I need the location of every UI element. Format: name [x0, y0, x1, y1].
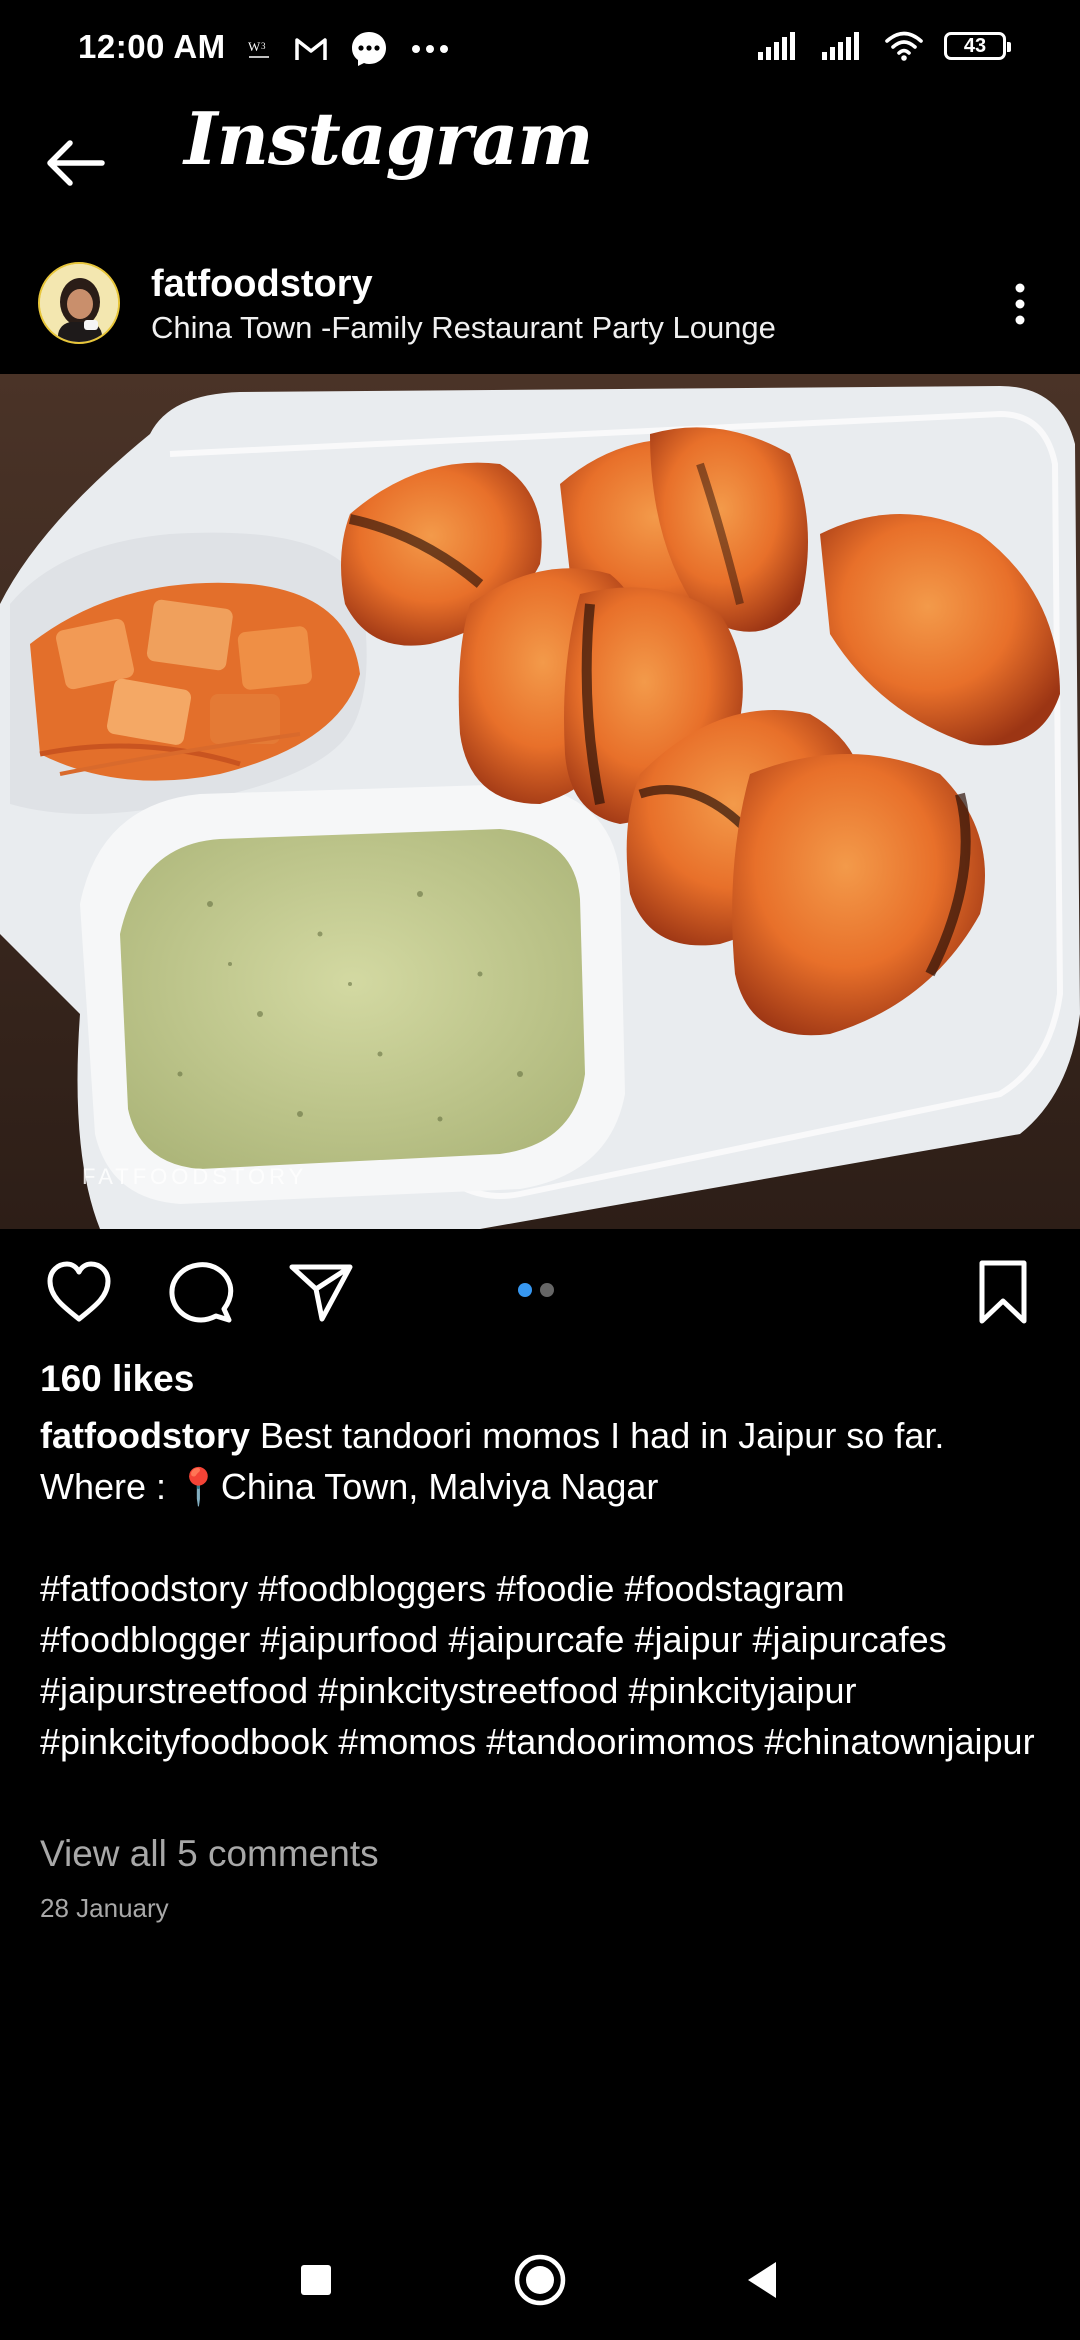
svg-text:3: 3: [261, 41, 266, 51]
home-icon[interactable]: [510, 2250, 570, 2310]
caption-hashtags[interactable]: #fatfoodstory #foodbloggers #foodie #foo…: [40, 1563, 1050, 1767]
wifi-icon: [885, 31, 923, 61]
view-comments-link[interactable]: View all 5 comments: [40, 1833, 379, 1875]
notification-icons: W 3: [246, 30, 450, 68]
battery-icon: 43: [944, 32, 1011, 60]
messenger-icon: [352, 32, 386, 66]
post-username[interactable]: fatfoodstory: [151, 263, 373, 306]
status-time: 12:00 AM: [78, 28, 226, 65]
gmail-icon: [295, 38, 327, 60]
likes-count[interactable]: 160 likes: [40, 1358, 194, 1400]
share-icon[interactable]: [286, 1259, 356, 1325]
caption-location: Where : 📍China Town, Malviya Nagar: [40, 1466, 659, 1507]
comment-icon[interactable]: [166, 1259, 236, 1325]
status-bar: 12:00 AM W 3 43: [0, 0, 1080, 96]
battery-level: 43: [963, 34, 987, 57]
carousel-dot: [540, 1283, 554, 1297]
post-caption: fatfoodstory Best tandoori momos I had i…: [40, 1410, 1050, 1512]
svg-text:W: W: [248, 39, 261, 54]
post-actions: [0, 1229, 1080, 1349]
heart-icon[interactable]: [44, 1259, 114, 1325]
instagram-logo: Instagram: [184, 96, 594, 181]
avatar[interactable]: [38, 262, 120, 344]
signal-icon: [822, 32, 859, 60]
carousel-indicator: [518, 1283, 554, 1297]
bookmark-icon[interactable]: [968, 1259, 1038, 1325]
post-image[interactable]: FATFOODSTORY: [0, 374, 1080, 1229]
system-nav-bar: [0, 2220, 1080, 2340]
post-date: 28 January: [40, 1893, 169, 1923]
recents-icon[interactable]: [286, 2250, 346, 2310]
post-header: fatfoodstory China Town -Family Restaura…: [0, 246, 1080, 374]
signal-icon: [758, 32, 795, 60]
caption-username[interactable]: fatfoodstory: [40, 1415, 250, 1456]
back-triangle-icon[interactable]: [734, 2250, 794, 2310]
back-arrow-icon[interactable]: [40, 126, 114, 200]
more-dots-icon: [412, 45, 448, 53]
post-location[interactable]: China Town -Family Restaurant Party Loun…: [151, 310, 776, 346]
more-options-icon[interactable]: [1000, 276, 1040, 336]
carousel-dot-active: [518, 1283, 532, 1297]
app-bar: Instagram: [0, 96, 1080, 246]
image-watermark: FATFOODSTORY: [82, 1164, 307, 1189]
wo-icon: W 3: [248, 39, 269, 58]
caption-text: Best tandoori momos I had in Jaipur so f…: [250, 1415, 945, 1456]
system-status-icons: 43: [756, 30, 1011, 62]
